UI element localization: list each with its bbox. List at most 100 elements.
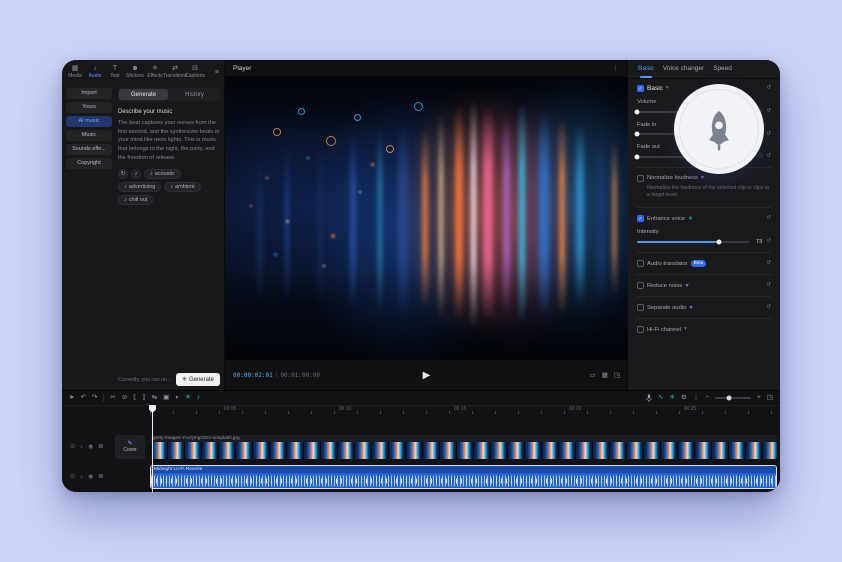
chevron-down-icon[interactable]: ▾ — [666, 85, 669, 92]
reset-basic-icon[interactable]: ↺ — [766, 85, 771, 92]
zoom-out-icon[interactable]: − — [705, 394, 709, 402]
hide-track-icon[interactable]: ◉ — [88, 443, 93, 450]
split-icon[interactable]: ✂ — [110, 394, 115, 402]
tab-audio[interactable]: ♪ Audio — [85, 65, 105, 79]
fullscreen-icon[interactable]: ◳ — [614, 371, 620, 379]
intensity-slider[interactable] — [637, 239, 750, 245]
grid-overlay-icon[interactable]: ▦ — [602, 371, 608, 379]
basic-checkbox[interactable]: ✓ — [637, 85, 644, 92]
nav-sound-effects[interactable]: Sounds effe... — [66, 144, 112, 155]
tab-text-label: Text — [110, 73, 120, 79]
timeline-ruler[interactable]: 00:05 00:10 00:15 00:20 00:25 — [150, 405, 780, 415]
chip-ambient[interactable]: ♪ ambient — [164, 182, 201, 193]
reset-fade-out-icon[interactable]: ↺ — [766, 153, 771, 160]
audio-nav-list: Import Yours AI music Music Sounds effe.… — [66, 88, 112, 169]
tab-generate[interactable]: Generate — [119, 89, 168, 100]
reset-separate-icon[interactable]: ↺ — [766, 304, 771, 311]
audio-translator-checkbox[interactable] — [637, 260, 644, 268]
keyframe-icon[interactable]: ◇ — [758, 153, 762, 160]
intensity-label: Intensity — [637, 229, 659, 236]
generate-button[interactable]: ✳ Generate — [175, 373, 220, 386]
chip-chill-out-label: chill out — [128, 197, 148, 204]
rocket-logo-badge — [674, 84, 764, 174]
smart-edit-icon[interactable]: ✳ — [669, 394, 674, 402]
channel-checkbox[interactable] — [637, 326, 644, 334]
audio-translator-section: Audio translator Beta ↺ — [637, 260, 771, 268]
aspect-ratio-icon[interactable]: ▭ — [590, 371, 596, 379]
reduce-noise-checkbox[interactable] — [637, 282, 644, 290]
reset-enhance-icon[interactable]: ↺ — [766, 215, 771, 222]
music-prompt-text[interactable]: The beat captures your nerves from the f… — [118, 119, 220, 162]
lock-track-icon[interactable]: ⊠ — [98, 443, 103, 450]
more-tools-icon[interactable]: ⋮ — [693, 394, 700, 402]
tab-stickers[interactable]: ☻ Stickers — [125, 65, 145, 79]
reset-reduce-icon[interactable]: ↺ — [766, 282, 771, 289]
mute-track-icon[interactable]: ♪ — [80, 474, 83, 480]
nav-copyright[interactable]: Copyright — [66, 158, 112, 169]
zoom-in-icon[interactable]: + — [757, 394, 761, 402]
intensity-value[interactable]: 73 — [753, 239, 762, 245]
player-more-icon[interactable]: ⋮ — [613, 64, 620, 72]
chevron-down-icon[interactable]: ▾ — [684, 326, 687, 333]
player-controls: 00:00:02:01 | 00:01:00:00 ▶ ▭ ▦ ◳ — [225, 360, 628, 390]
delete-icon[interactable]: ⊘ — [122, 394, 127, 402]
normalize-checkbox[interactable] — [637, 174, 644, 182]
nav-import[interactable]: Import — [66, 88, 112, 99]
chip-chill-out[interactable]: ♪ chill out — [118, 195, 154, 206]
track-visibility-icon[interactable]: ⊙ — [70, 473, 75, 480]
ai-music-panel: Generate History Describe your music The… — [118, 88, 220, 368]
panel-menu-icon[interactable]: ≡ — [215, 69, 221, 76]
mask-icon[interactable]: ◐ — [175, 394, 179, 402]
reset-fade-in-icon[interactable]: ↺ — [766, 131, 771, 138]
reset-intensity-icon[interactable]: ↺ — [766, 239, 771, 245]
mirror-icon[interactable]: ⇆ — [152, 394, 157, 402]
video-clip[interactable]: getty-images-YxvQmgrXEn-unsplash.jpg — [150, 435, 777, 459]
timeline-zoom-slider[interactable] — [715, 395, 752, 401]
settings-icon[interactable]: ⚙ — [681, 394, 687, 402]
cover-button[interactable]: ✎ Cover — [115, 435, 145, 459]
check-icon: ✓ — [638, 215, 643, 222]
ai-effects-icon[interactable]: ✳ — [185, 394, 190, 402]
mute-track-icon[interactable]: ♪ — [80, 444, 83, 450]
ai-audio-icon[interactable]: ∿ — [658, 394, 663, 402]
tab-text[interactable]: T Text — [105, 65, 125, 79]
player-viewport[interactable] — [225, 77, 628, 360]
nav-yours[interactable]: Yours — [66, 102, 112, 113]
refresh-tags-button[interactable]: ↻ — [118, 169, 128, 180]
note-tag-button[interactable]: ♪ — [131, 169, 141, 180]
tab-captions[interactable]: ⊟ Captions — [185, 65, 205, 79]
beat-detect-icon[interactable]: ♪ — [197, 394, 200, 402]
enhance-voice-checkbox[interactable]: ✓ — [637, 215, 644, 223]
reset-translator-icon[interactable]: ↺ — [766, 260, 771, 267]
tab-voice-changer[interactable]: Voice changer — [663, 60, 704, 78]
nav-music[interactable]: Music — [66, 130, 112, 141]
nav-ai-music[interactable]: AI music — [66, 116, 112, 127]
fit-timeline-icon[interactable]: ◳ — [767, 394, 773, 402]
tab-media[interactable]: ▦ Media — [65, 65, 85, 79]
tab-transitions[interactable]: ⇄ Transitions — [163, 65, 187, 79]
video-preview — [225, 77, 628, 360]
lock-track-icon[interactable]: ⊠ — [98, 473, 103, 480]
chip-acoustic[interactable]: ♪ acoustic — [144, 169, 181, 180]
playhead[interactable] — [152, 405, 153, 492]
trim-right-icon[interactable]: ⟧ — [142, 394, 145, 402]
record-mic-icon[interactable] — [646, 393, 652, 403]
play-button[interactable]: ▶ — [417, 369, 437, 382]
reset-volume-icon[interactable]: ↺ — [766, 108, 771, 115]
hide-track-icon[interactable]: ◉ — [88, 473, 93, 480]
tab-history[interactable]: History — [170, 89, 219, 100]
audio-clip[interactable]: Midnight Lo-Fi Reverie — [150, 465, 777, 489]
video-clip-filename: getty-images-YxvQmgrXEn-unsplash.jpg — [150, 435, 777, 442]
undo-icon[interactable]: ↶ — [80, 394, 85, 402]
ruler-label: 00:20 — [568, 406, 582, 412]
tab-speed[interactable]: Speed — [713, 60, 732, 78]
track-visibility-icon[interactable]: ⊙ — [70, 443, 75, 450]
tab-basic[interactable]: Basic — [638, 60, 654, 78]
chip-advertising[interactable]: ♪ advertising — [118, 182, 162, 193]
crop-icon[interactable]: ▣ — [163, 394, 169, 402]
ai-spark-icon: ✳ — [688, 215, 693, 222]
select-tool-icon[interactable]: ➤ — [69, 394, 74, 402]
trim-left-icon[interactable]: ⟦ — [133, 394, 136, 402]
separate-audio-checkbox[interactable] — [637, 304, 644, 312]
redo-icon[interactable]: ↷ — [92, 394, 97, 402]
